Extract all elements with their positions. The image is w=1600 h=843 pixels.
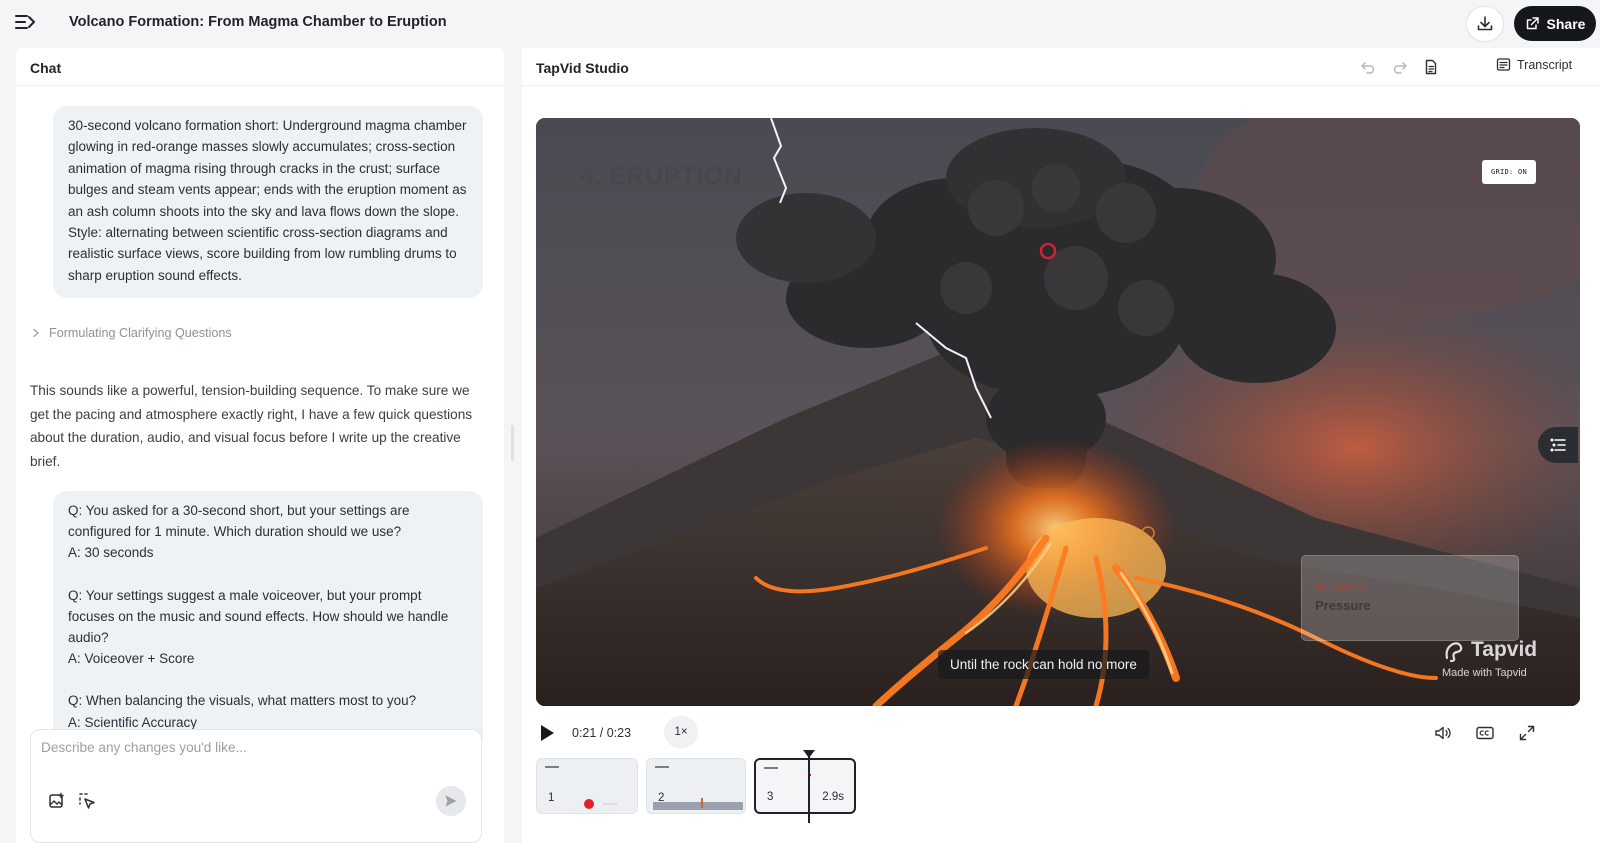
top-bar: Volcano Formation: From Magma Chamber to… xyxy=(0,0,1600,46)
watermark-name: Tapvid xyxy=(1471,638,1538,661)
tapvid-logo-icon xyxy=(1442,638,1468,664)
qa-item: Q: You asked for a 30-second short, but … xyxy=(68,500,469,564)
qa-answers-message: Q: You asked for a 30-second short, but … xyxy=(53,491,483,751)
share-button[interactable]: Share xyxy=(1514,6,1596,41)
watermark-subtitle: Made with Tapvid xyxy=(1442,667,1527,679)
clip-number: 3 xyxy=(767,791,774,803)
timeline-clip-2[interactable]: 2 xyxy=(646,758,746,814)
side-panel-toggle[interactable] xyxy=(1538,427,1578,463)
takeaway-word: Pressure xyxy=(1315,598,1371,613)
message-composer xyxy=(30,729,482,843)
chat-title: Chat xyxy=(16,48,504,86)
message-input[interactable] xyxy=(41,740,471,776)
share-label: Share xyxy=(1546,15,1586,32)
assistant-message: This sounds like a powerful, tension-bui… xyxy=(30,383,473,469)
share-icon xyxy=(1525,16,1540,31)
user-message: 30-second volcano formation short: Under… xyxy=(53,106,483,299)
thinking-disclosure[interactable]: Formulating Clarifying Questions xyxy=(32,326,232,340)
studio-panel: TapVid Studio Transcript 4. ERUPTION GRI… xyxy=(522,48,1600,843)
document-icon[interactable] xyxy=(1422,58,1440,76)
panel-resize-handle[interactable] xyxy=(511,425,514,461)
playback-speed-button[interactable]: 1× xyxy=(664,716,698,748)
qa-question: Q: When balancing the visuals, what matt… xyxy=(68,693,417,709)
transcript-label: Transcript xyxy=(1517,57,1573,72)
undo-icon[interactable] xyxy=(1359,58,1377,76)
qa-question: Q: You asked for a 30-second short, but … xyxy=(68,503,414,540)
scene-timeline: 1 2 3 2.9s xyxy=(536,750,1580,824)
takeaway-label: KEY TAKEAWAY xyxy=(1315,583,1368,591)
qa-item: Q: Your settings suggest a male voiceove… xyxy=(68,585,469,670)
image-add-icon[interactable] xyxy=(47,791,67,811)
chevron-right-icon xyxy=(32,328,40,338)
closed-captions-icon[interactable] xyxy=(1475,724,1495,742)
time-display: 0:21 / 0:23 xyxy=(572,726,632,740)
chat-panel: Chat 30-second volcano formation short: … xyxy=(16,48,504,843)
playhead[interactable] xyxy=(808,751,810,823)
watermark: Tapvid Made with Tapvid xyxy=(1442,636,1562,684)
qa-answer: A: Voiceover + Score xyxy=(68,651,195,667)
scene-title: 4. ERUPTION xyxy=(580,162,743,190)
select-cursor-icon[interactable] xyxy=(77,791,97,811)
qa-answer: A: 30 seconds xyxy=(68,545,154,561)
fullscreen-icon[interactable] xyxy=(1517,724,1537,742)
filter-list-icon xyxy=(1549,437,1567,453)
download-button[interactable] xyxy=(1466,6,1504,42)
clip-thumbnail xyxy=(762,765,852,811)
playhead-handle[interactable] xyxy=(803,750,815,758)
sidebar-toggle-icon[interactable] xyxy=(14,12,38,34)
grid-badge[interactable]: GRID: ON xyxy=(1482,160,1536,184)
transcript-button[interactable]: Transcript xyxy=(1496,57,1572,72)
playback-controls: 0:21 / 0:23 1× xyxy=(536,714,1580,754)
send-button[interactable] xyxy=(436,786,466,816)
volume-icon[interactable] xyxy=(1433,724,1453,742)
video-preview[interactable]: 4. ERUPTION GRID: ON KEY TAKEAWAY Pressu… xyxy=(536,118,1580,706)
key-takeaway-card: KEY TAKEAWAY Pressure xyxy=(1301,555,1519,641)
download-icon xyxy=(1476,15,1494,33)
transcript-icon xyxy=(1496,57,1511,72)
studio-header: TapVid Studio Transcript xyxy=(522,48,1600,86)
clip-number: 1 xyxy=(548,792,555,804)
qa-question: Q: Your settings suggest a male voiceove… xyxy=(68,587,453,646)
redo-icon[interactable] xyxy=(1391,58,1409,76)
clip-duration: 2.9s xyxy=(822,791,844,803)
thinking-label: Formulating Clarifying Questions xyxy=(49,326,232,340)
page-title: Volcano Formation: From Magma Chamber to… xyxy=(69,14,447,30)
timeline-clip-3[interactable]: 3 2.9s xyxy=(754,758,856,814)
clip-number: 2 xyxy=(658,792,665,804)
clip-thumbnail xyxy=(543,764,633,810)
subtitle-caption: Until the rock can hold no more xyxy=(938,650,1149,679)
timeline-clip-1[interactable]: 1 xyxy=(536,758,638,814)
studio-title: TapVid Studio xyxy=(536,60,629,76)
qa-item: Q: When balancing the visuals, what matt… xyxy=(68,690,469,732)
clip-thumbnail xyxy=(653,764,743,810)
send-icon xyxy=(444,794,458,808)
play-icon[interactable] xyxy=(536,722,558,744)
